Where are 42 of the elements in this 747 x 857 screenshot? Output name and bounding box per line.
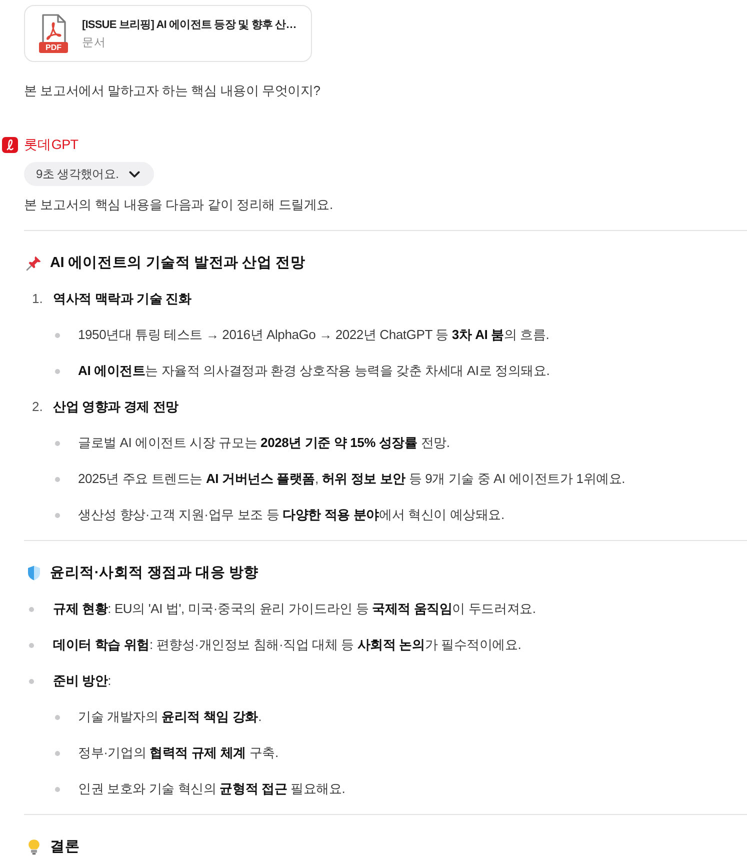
section-heading: AI 에이전트의 기술적 발전과 산업 전망 bbox=[50, 254, 306, 273]
bullet-icon bbox=[29, 606, 34, 612]
file-title: [ISSUE 브리핑] AI 에이전트 등장 및 향후 산… bbox=[82, 18, 296, 32]
list-item-text: 준비 방안: bbox=[53, 672, 112, 690]
logo-icon bbox=[2, 137, 18, 153]
bullet-icon bbox=[55, 714, 60, 720]
list-item-text: AI 에이전트는 자율적 의사결정과 환경 상호작용 능력을 갖춘 차세대 AI로 정의돼요. bbox=[78, 362, 550, 380]
file-type-badge: PDF bbox=[39, 42, 68, 53]
list-item-text: 글로벌 AI 에이전트 시장 규모는 2028년 기준 약 15% 성장률 전망. bbox=[78, 434, 450, 452]
list-item-text: 2025년 주요 트렌드는 AI 거버넌스 플랫폼, 허위 정보 보안 등 9개 기술 중 AI 에이전트가 1위예요. bbox=[78, 470, 626, 488]
bullet-icon bbox=[55, 332, 60, 338]
chevron-icon bbox=[128, 170, 140, 178]
list-item-text: 규제 현황: EU의 'AI 법', 미국·중국의 윤리 가이드라인 등 국제적 움직임이 두드러져요. bbox=[53, 600, 536, 618]
shield-icon bbox=[26, 565, 42, 581]
list-item-text: 정부·기업의 협력적 규제 체계 구축. bbox=[78, 744, 278, 762]
bullet-icon bbox=[55, 786, 60, 792]
list-number: 2. bbox=[32, 398, 43, 416]
bullet-icon bbox=[29, 642, 34, 648]
list-item-text: 1950년대 튜링 테스트 → 2016년 AlphaGo → 2022년 ChatGPT 등 3차 AI 붐의 흐름. bbox=[78, 326, 550, 344]
file-type-label: 문서 bbox=[82, 36, 106, 50]
list-item-text: 기술 개발자의 윤리적 책임 강화. bbox=[78, 708, 262, 726]
bullet-icon bbox=[55, 476, 60, 482]
attachment-card[interactable]: PDF [ISSUE 브리핑] AI 에이전트 등장 및 향후 산… 문서 bbox=[24, 5, 312, 62]
list-item-text: 데이터 학습 위험: 편향성·개인정보 침해·직업 대체 등 사회적 논의가 필수적이에요. bbox=[53, 636, 522, 654]
pushpin-icon bbox=[26, 255, 42, 271]
list-number: 1. bbox=[32, 290, 43, 308]
bullet-icon bbox=[29, 678, 34, 684]
list-heading: 역사적 맥락과 기술 진화 bbox=[53, 290, 192, 308]
bullet-icon bbox=[55, 512, 60, 518]
list-heading: 산업 영향과 경제 전망 bbox=[53, 398, 178, 416]
list-item-text: 인권 보호와 기술 혁신의 균형적 접근 필요해요. bbox=[78, 780, 346, 798]
section-heading: 결론 bbox=[50, 838, 80, 857]
lightbulb-icon bbox=[26, 839, 42, 855]
list-item-text: 생산성 향상·고객 지원·업무 보조 등 다양한 적용 분야에서 혁신이 예상돼요. bbox=[78, 506, 504, 524]
bullet-icon bbox=[55, 750, 60, 756]
bullet-icon bbox=[55, 440, 60, 446]
thinking-toggle[interactable]: 9초 생각했어요. bbox=[24, 162, 154, 186]
section-heading: 윤리적·사회적 쟁점과 대응 방향 bbox=[50, 564, 259, 583]
bullet-icon bbox=[55, 368, 60, 374]
assistant-name: 롯데GPT bbox=[24, 136, 78, 154]
assistant-intro: 본 보고서의 핵심 내용을 다음과 같이 정리해 드릴게요. bbox=[24, 196, 334, 214]
user-message: 본 보고서에서 말하고자 하는 핵심 내용이 무엇이지? bbox=[24, 82, 322, 100]
